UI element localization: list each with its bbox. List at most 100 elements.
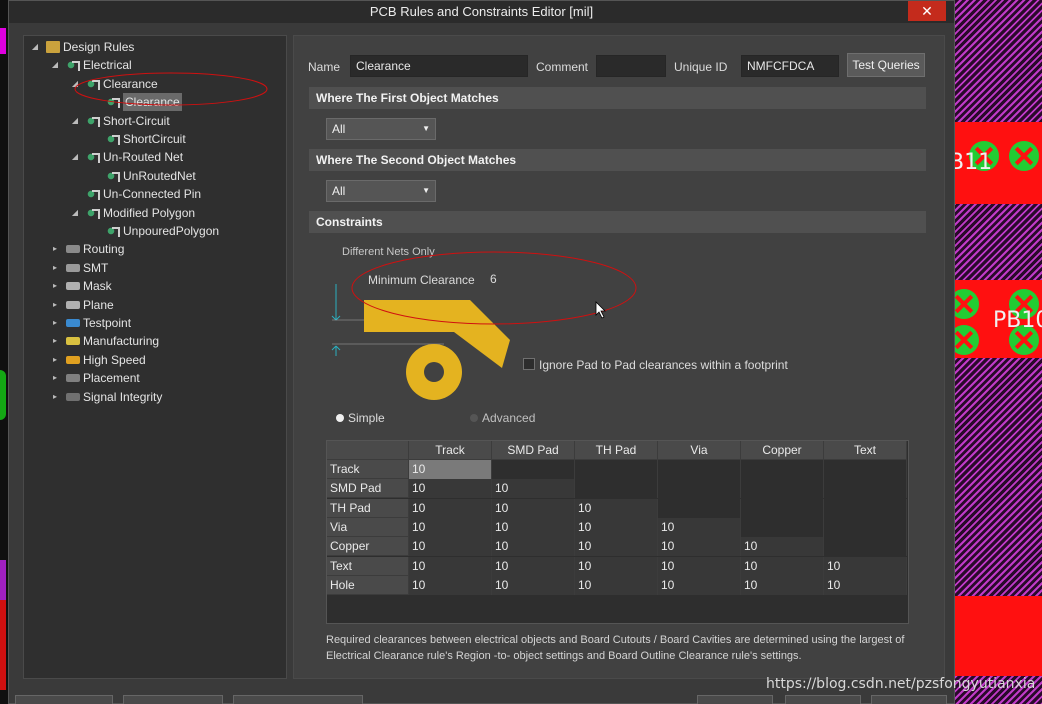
rule-icon <box>86 151 100 164</box>
matrix-cell-empty <box>658 460 741 479</box>
pcb-label: PB10 <box>993 308 1042 333</box>
collapse-arrow-icon[interactable]: ◢ <box>70 148 80 166</box>
ignore-pad-label: Ignore Pad to Pad clearances within a fo… <box>539 358 788 372</box>
tree-item[interactable]: ▸ Plane <box>50 296 114 314</box>
tree-item[interactable]: Un-Connected Pin <box>70 185 201 203</box>
tree-item-label: Design Rules <box>63 40 135 54</box>
simple-radio[interactable] <box>336 414 344 422</box>
matrix-cell[interactable]: 10 <box>575 556 658 576</box>
bottom-button[interactable] <box>233 695 363 704</box>
matrix-cell[interactable]: 10 <box>658 556 741 576</box>
matrix-cell[interactable]: 10 <box>575 517 658 537</box>
matrix-cell[interactable]: 10 <box>741 537 824 557</box>
matrix-cell[interactable]: 10 <box>824 575 907 595</box>
matrix-row-header: TH Pad <box>327 498 409 518</box>
matrix-cell-empty <box>824 460 907 479</box>
matrix-cell[interactable]: 10 <box>575 537 658 557</box>
collapse-arrow-icon[interactable]: ◢ <box>50 56 60 74</box>
expand-arrow-icon[interactable]: ▸ <box>50 351 60 369</box>
matrix-cell[interactable]: 10 <box>658 575 741 595</box>
matrix-cell[interactable]: 10 <box>409 575 492 595</box>
advanced-radio[interactable] <box>470 414 478 422</box>
matrix-cell[interactable]: 10 <box>741 575 824 595</box>
tree-item[interactable]: ▸ High Speed <box>50 351 146 369</box>
matrix-cell[interactable]: 10 <box>492 498 575 518</box>
bottom-button[interactable] <box>785 695 861 704</box>
matrix-cell[interactable]: 10 <box>658 537 741 557</box>
expand-arrow-icon[interactable]: ▸ <box>50 277 60 295</box>
matrix-cell-empty <box>824 498 907 518</box>
tree-item[interactable]: ◢ Un-Routed Net <box>70 148 183 166</box>
unique-id-field[interactable]: NMFCFDCA <box>741 55 839 77</box>
first-object-dropdown[interactable]: All ▼ <box>326 118 436 140</box>
collapse-arrow-icon[interactable]: ◢ <box>70 204 80 222</box>
second-object-dropdown[interactable]: All ▼ <box>326 180 436 202</box>
matrix-cell[interactable]: 10 <box>492 575 575 595</box>
matrix-cell[interactable]: 10 <box>409 460 492 479</box>
matrix-column-header: Via <box>658 441 741 460</box>
name-field[interactable]: Clearance <box>350 55 528 77</box>
matrix-corner <box>327 441 409 460</box>
second-object-section-header: Where The Second Object Matches <box>309 149 926 171</box>
expand-arrow-icon[interactable]: ▸ <box>50 296 60 314</box>
matrix-cell[interactable]: 10 <box>409 479 492 499</box>
tree-item[interactable]: ▸ Placement <box>50 369 140 387</box>
tree-item[interactable]: ▸ Mask <box>50 277 112 295</box>
matrix-row: Hole 10 10 10 10 10 10 <box>327 575 907 595</box>
tree-item[interactable]: UnpouredPolygon <box>90 222 219 240</box>
matrix-cell[interactable]: 10 <box>409 498 492 518</box>
expand-arrow-icon[interactable]: ▸ <box>50 240 60 258</box>
tree-item[interactable]: UnRoutedNet <box>90 167 196 185</box>
tree-item[interactable]: ShortCircuit <box>90 130 186 148</box>
expand-arrow-icon[interactable]: ▸ <box>50 314 60 332</box>
tree-item-label: ShortCircuit <box>123 132 186 146</box>
matrix-row: Track 10 <box>327 460 907 479</box>
matrix-cell[interactable]: 10 <box>575 575 658 595</box>
bottom-button[interactable] <box>871 695 947 704</box>
matrix-row: Via 10 10 10 10 <box>327 517 907 537</box>
matrix-row-header: Track <box>327 460 409 479</box>
matrix-cell[interactable]: 10 <box>824 556 907 576</box>
name-label: Name <box>308 60 341 74</box>
tree-item[interactable]: ▸ SMT <box>50 259 108 277</box>
tree-item[interactable]: ▸ Manufacturing <box>50 332 159 350</box>
tree-item[interactable]: ▸ Routing <box>50 240 124 258</box>
rule-icon <box>86 206 100 219</box>
tree-item[interactable]: ▸ Signal Integrity <box>50 388 162 406</box>
matrix-cell[interactable]: 10 <box>409 556 492 576</box>
bottom-button[interactable] <box>697 695 773 704</box>
collapse-arrow-icon[interactable]: ◢ <box>70 112 80 130</box>
expand-arrow-icon[interactable]: ▸ <box>50 388 60 406</box>
expand-arrow-icon[interactable]: ▸ <box>50 332 60 350</box>
expand-arrow-icon[interactable]: ▸ <box>50 259 60 277</box>
rule-icon <box>106 133 120 145</box>
constraints-section-header: Constraints <box>309 211 926 233</box>
tree-item[interactable]: ◢ Short-Circuit <box>70 112 170 130</box>
matrix-cell[interactable]: 10 <box>409 517 492 537</box>
tree-item[interactable]: ◢ Design Rules <box>30 38 134 56</box>
matrix-cell[interactable]: 10 <box>409 537 492 557</box>
matrix-cell[interactable]: 10 <box>492 537 575 557</box>
matrix-cell[interactable]: 10 <box>741 556 824 576</box>
bottom-button[interactable] <box>123 695 223 704</box>
matrix-row: Copper 10 10 10 10 10 <box>327 537 907 557</box>
comment-field[interactable] <box>596 55 666 77</box>
ignore-pad-checkbox[interactable] <box>523 358 535 370</box>
expand-arrow-icon[interactable]: ▸ <box>50 369 60 387</box>
matrix-cell-empty <box>741 498 824 518</box>
tree-item[interactable]: ◢ Modified Polygon <box>70 204 195 222</box>
second-object-dropdown-value: All <box>332 184 346 198</box>
tree-item-label: UnRoutedNet <box>123 168 196 183</box>
mouse-cursor-icon <box>595 301 606 319</box>
test-queries-button[interactable]: Test Queries <box>847 53 925 77</box>
matrix-cell[interactable]: 10 <box>492 479 575 499</box>
matrix-cell[interactable]: 10 <box>492 517 575 537</box>
tree-item[interactable]: ▸ Testpoint <box>50 314 131 332</box>
matrix-row: SMD Pad 10 10 <box>327 479 907 499</box>
bottom-button[interactable] <box>15 695 113 704</box>
matrix-cell[interactable]: 10 <box>658 517 741 537</box>
matrix-cell[interactable]: 10 <box>492 556 575 576</box>
matrix-cell[interactable]: 10 <box>575 498 658 518</box>
close-button[interactable]: ✕ <box>908 1 946 21</box>
collapse-arrow-icon[interactable]: ◢ <box>30 38 40 56</box>
